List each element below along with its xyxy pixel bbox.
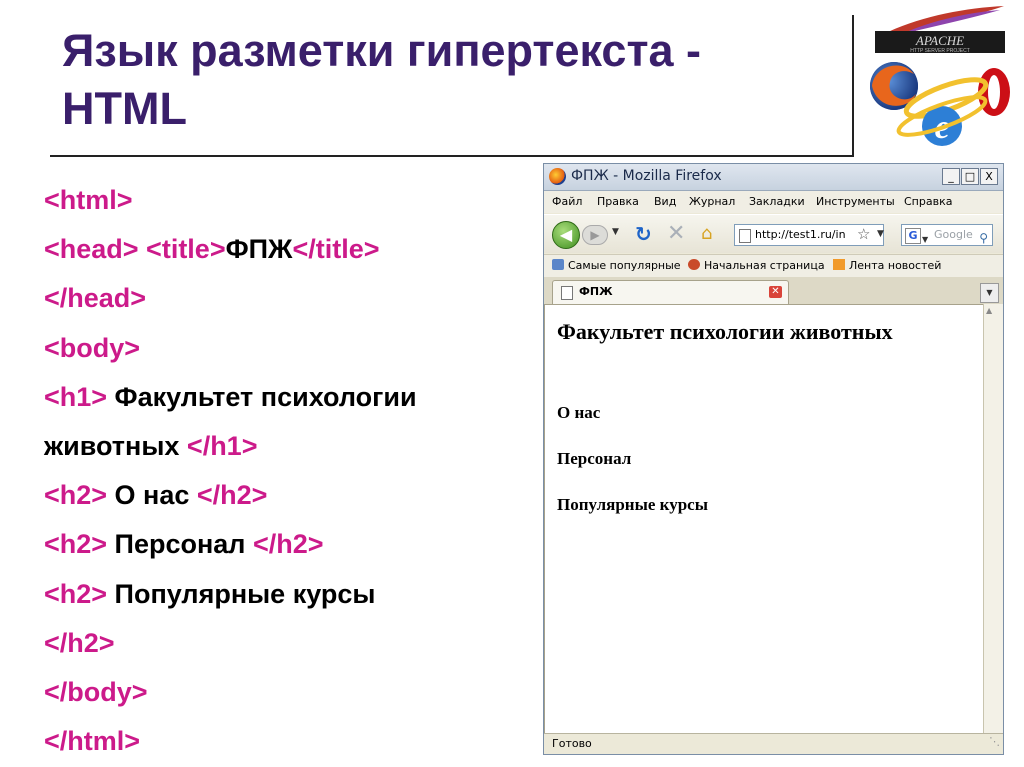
window-title: ФПЖ - Mozilla Firefox (571, 168, 722, 184)
tab-fpzh[interactable]: ФПЖ ✕ (552, 280, 789, 304)
code-tag: <h2> (44, 578, 108, 609)
bookmark-label: Начальная страница (704, 259, 825, 272)
bookmark-label: Самые популярные (568, 259, 681, 272)
bookmark-star-icon[interactable]: ☆ (857, 225, 870, 243)
code-text: животных (44, 430, 187, 461)
page-heading: Факультет психологии животных (557, 319, 893, 344)
code-tag: <html> (44, 185, 133, 215)
bookmark-home-page[interactable]: Начальная страница (688, 255, 825, 277)
url-text: http://test1.ru/in (755, 228, 846, 241)
page-icon (739, 229, 751, 243)
code-text: О нас (107, 480, 197, 511)
menu-bookmarks[interactable]: Закладки (749, 191, 805, 213)
bookmarks-toolbar: Самые популярные Начальная страница Лент… (544, 254, 1003, 278)
code-line: <h2> Популярные курсы (44, 570, 417, 619)
url-dropdown-icon[interactable]: ▼ (877, 229, 884, 239)
apache-logo-text: APACHE (915, 33, 964, 48)
history-dropdown-icon[interactable]: ▼ (612, 227, 619, 237)
code-line: </head> (44, 274, 417, 323)
code-tag: <h2> (44, 480, 108, 511)
browser-logos: e (862, 56, 1022, 160)
tab-list-dropdown-icon[interactable]: ▼ (980, 283, 999, 303)
page-icon (561, 286, 573, 300)
code-line: </h2> (44, 619, 417, 668)
rss-icon (833, 259, 845, 270)
code-tag: <h2> (44, 529, 108, 560)
page-content: Факультет психологии животных О нас Перс… (544, 304, 984, 734)
close-button[interactable]: X (980, 168, 998, 185)
code-tag: </h2> (196, 480, 268, 511)
back-button[interactable]: ◀ (552, 221, 580, 249)
minimize-button[interactable]: _ (942, 168, 960, 185)
code-line: <body> (44, 324, 417, 373)
firefox-bookmark-icon (688, 259, 700, 270)
maximize-button[interactable]: □ (961, 168, 979, 185)
navigation-toolbar: ◀ ▶ ▼ ↻ ✕ ⌂ http://test1.ru/in ☆ ▼ G ▼ G… (544, 214, 1003, 253)
apache-logo: APACHE HTTP SERVER PROJECT (872, 4, 1007, 56)
bookmark-news-feed[interactable]: Лента новостей (833, 255, 941, 277)
scroll-up-icon[interactable]: ▲ (986, 306, 992, 315)
code-tag: </title> (292, 234, 380, 265)
search-icon[interactable]: ⚲ (979, 228, 988, 245)
tab-label: ФПЖ (579, 285, 613, 298)
menu-history[interactable]: Журнал (689, 191, 735, 213)
code-tag: </h2> (252, 529, 324, 560)
google-icon[interactable]: G (905, 228, 921, 244)
bookmark-label: Лента новостей (849, 259, 942, 272)
html-code-listing: <html> <head> <title>ФПЖ</title> </head> <b… (44, 176, 417, 766)
status-bar: Готово ⋱ (544, 733, 1003, 754)
stop-icon[interactable]: ✕ (667, 221, 685, 246)
code-line: </body> (44, 668, 417, 717)
code-line: <head> <title>ФПЖ</title> (44, 225, 417, 274)
status-text: Готово (552, 737, 592, 750)
code-tag: <body> (44, 332, 141, 363)
search-placeholder: Google (934, 228, 973, 241)
bookmark-most-visited[interactable]: Самые популярные (552, 255, 681, 277)
code-text: ФПЖ (225, 234, 293, 265)
page-subheading-about: О нас (557, 403, 601, 422)
page-subheading-staff: Персонал (557, 449, 632, 468)
code-tag: </body> (44, 676, 148, 707)
code-tag: </h1> (186, 430, 258, 461)
menu-view[interactable]: Вид (654, 191, 676, 213)
slide-title: Язык разметки гипертекста - HTML (62, 25, 702, 134)
firefox-window: ФПЖ - Mozilla Firefox _ □ X Файл Правка … (543, 163, 1004, 755)
search-input[interactable]: G ▼ Google ⚲ (901, 224, 993, 246)
code-tag: </html> (44, 726, 141, 757)
home-icon[interactable]: ⌂ (701, 223, 712, 244)
code-line: <h2> Персонал </h2> (44, 520, 417, 569)
code-line: <h1> Факультет психологии (44, 373, 417, 422)
reload-icon[interactable]: ↻ (635, 222, 652, 246)
title-divider (50, 155, 853, 157)
code-line: </html> (44, 717, 417, 766)
code-tag: <h1> (44, 381, 108, 412)
code-tag: </head> (44, 283, 147, 314)
forward-button[interactable]: ▶ (582, 225, 608, 245)
code-text: Факультет психологии (107, 381, 417, 412)
code-line: <html> (44, 176, 417, 225)
tab-close-icon[interactable]: ✕ (769, 286, 782, 298)
code-text: Персонал (107, 529, 253, 560)
menu-bar: Файл Правка Вид Журнал Закладки Инструме… (544, 191, 1003, 213)
code-text: Популярные курсы (107, 578, 376, 609)
title-divider-vertical (852, 15, 854, 157)
window-titlebar[interactable]: ФПЖ - Mozilla Firefox _ □ X (544, 164, 1003, 191)
menu-edit[interactable]: Правка (597, 191, 639, 213)
vertical-scrollbar[interactable]: ▲ (983, 304, 1003, 734)
apache-feather-icon: APACHE HTTP SERVER PROJECT (875, 6, 1005, 54)
menu-help[interactable]: Справка (904, 191, 952, 213)
code-line: животных </h1> (44, 422, 417, 471)
code-tag: </h2> (44, 627, 115, 658)
code-line: <h2> О нас </h2> (44, 471, 417, 520)
search-engine-dropdown-icon[interactable]: ▼ (922, 230, 928, 245)
code-tag: <head> <title> (44, 234, 226, 265)
menu-tools[interactable]: Инструменты (816, 191, 895, 213)
folder-icon (552, 259, 564, 270)
tab-strip: ФПЖ ✕ ▼ (544, 277, 1003, 304)
apache-logo-subtext: HTTP SERVER PROJECT (910, 48, 970, 54)
firefox-icon (549, 168, 566, 185)
menu-file[interactable]: Файл (552, 191, 582, 213)
page-subheading-courses: Популярные курсы (557, 495, 708, 514)
resize-grip-icon[interactable]: ⋱ (989, 732, 1000, 752)
